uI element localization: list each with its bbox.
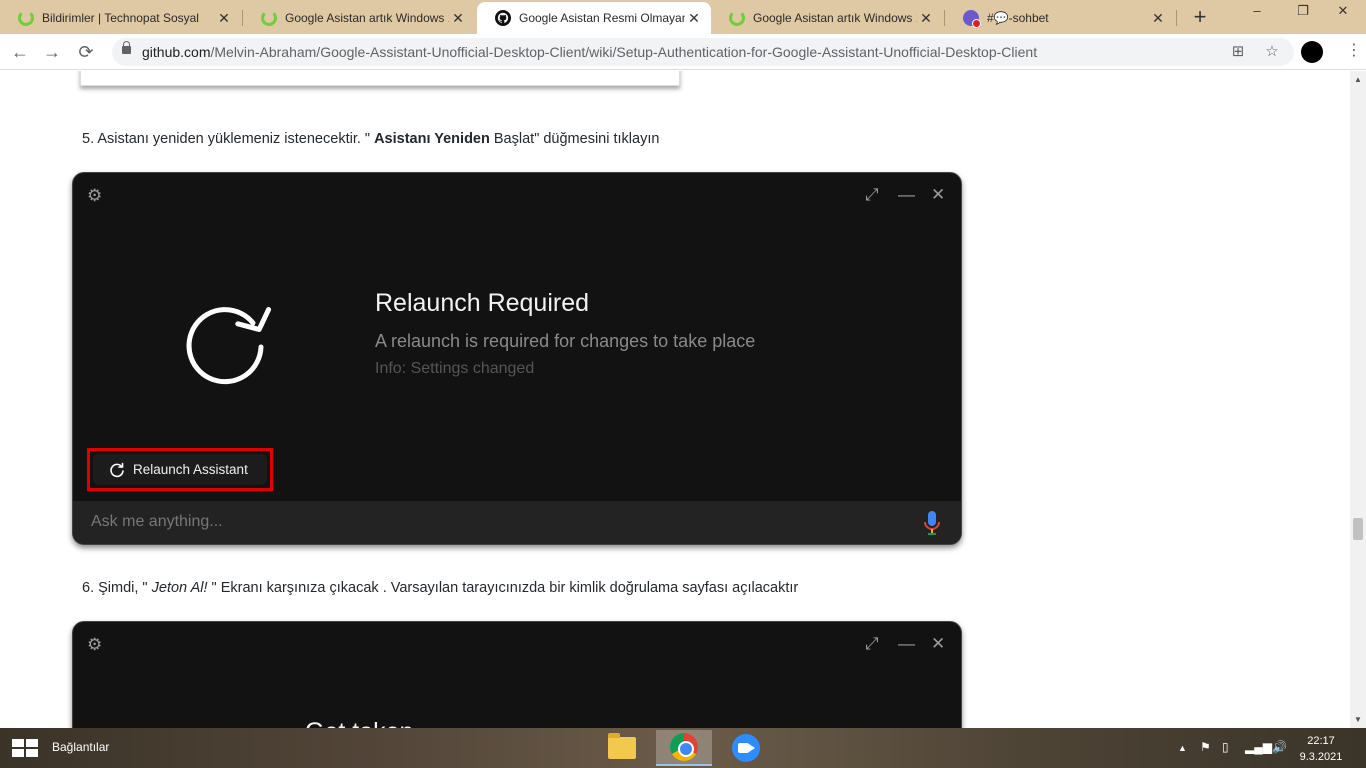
power-icon (261, 10, 277, 26)
step-6-text: 6. Şimdi, " Jeton Al! " Ekranı karşınıza… (82, 580, 798, 596)
folder-icon (608, 733, 636, 759)
minimize-button[interactable]: – (1234, 0, 1280, 30)
power-icon (18, 10, 34, 26)
minimize-icon: — (898, 185, 915, 204)
translate-icon[interactable]: ⊞ (1228, 42, 1248, 62)
relaunch-screenshot: ⚙ ⤢ — ✕ Relaunch Required A relaunch is … (72, 172, 962, 545)
back-icon[interactable]: ← (8, 40, 32, 64)
tab-bildirimler[interactable]: Bildirimler | Technopat Sosyal ✕ (0, 2, 241, 34)
ask-bar: Ask me anything... (73, 501, 961, 544)
tab-google-asistan-resmi[interactable]: Google Asistan Resmi Olmayan ✕ (477, 2, 711, 34)
tab-title: Google Asistan artık Windows 1 (753, 11, 917, 25)
tab-strip: Bildirimler | Technopat Sosyal ✕ Google … (0, 0, 1366, 34)
power-icon (729, 10, 745, 26)
window-close-button[interactable]: ✕ (1320, 0, 1366, 30)
relaunch-title: Relaunch Required (375, 289, 590, 317)
get-token-heading: Get token (305, 718, 413, 728)
windows-taskbar: Bağlantılar ▲ ⚑ ▯ ▂▄▆ 🔊 22:17 9.3.2021 (0, 728, 1366, 768)
step-6-italic: Jeton Al! (151, 580, 208, 596)
previous-screenshot (80, 71, 680, 86)
gear-icon: ⚙ (87, 186, 103, 205)
signal-icon[interactable]: ▂▄▆ (1245, 740, 1272, 754)
tab-title: Google Asistan Resmi Olmayan (519, 11, 685, 25)
scroll-thumb[interactable] (1353, 518, 1363, 540)
close-icon[interactable]: ✕ (215, 10, 233, 27)
lock-icon[interactable] (122, 41, 131, 54)
url-path: /Melvin-Abraham/Google-Assistant-Unoffic… (210, 44, 1038, 60)
step-6-prefix: 6. Şimdi, " (82, 580, 152, 596)
page-scrollbar[interactable]: ▲ ▼ (1350, 71, 1366, 728)
battery-icon[interactable]: ▯ (1222, 740, 1229, 754)
expand-icon: ⤢ (865, 185, 879, 204)
close-icon[interactable]: ✕ (1149, 10, 1167, 27)
red-highlight-box: Relaunch Assistant (87, 448, 273, 491)
volume-icon[interactable]: 🔊 (1272, 740, 1287, 754)
step-5-bold: Asistanı Yeniden (374, 131, 490, 147)
close-icon: ✕ (931, 185, 946, 204)
url-text[interactable]: github.com/Melvin-Abraham/Google-Assista… (142, 44, 1037, 60)
windows-start-icon[interactable] (12, 739, 38, 757)
step-5-prefix: 5. Asistanı yeniden yüklemeniz istenecek… (82, 131, 375, 147)
relaunch-assistant-button[interactable]: Relaunch Assistant (93, 454, 267, 485)
system-clock[interactable]: 22:17 9.3.2021 (1298, 733, 1344, 765)
network-warning-icon[interactable]: ⚑ (1200, 740, 1211, 754)
close-icon[interactable]: ✕ (917, 10, 935, 27)
browser-toolbar: ← → ⟳ github.com/Melvin-Abraham/Google-A… (0, 34, 1366, 70)
scroll-down-icon[interactable]: ▼ (1354, 715, 1362, 724)
close-icon[interactable]: ✕ (449, 10, 467, 27)
wiki-page: 5. Asistanı yeniden yüklemeniz istenecek… (0, 71, 1350, 728)
url-host: github.com (142, 44, 211, 60)
expand-icon: ⤢ (865, 634, 879, 653)
star-icon[interactable]: ☆ (1262, 42, 1282, 62)
taskbar-links-label[interactable]: Bağlantılar (52, 740, 109, 754)
minimize-icon: — (898, 634, 915, 653)
tab-title: Google Asistan artık Windows 1 (285, 11, 449, 25)
reload-icon[interactable]: ⟳ (74, 40, 98, 64)
gear-icon: ⚙ (87, 635, 103, 654)
tray-chevron-icon[interactable]: ▲ (1178, 743, 1187, 753)
ask-placeholder: Ask me anything... (91, 513, 223, 530)
clock-date: 9.3.2021 (1299, 751, 1343, 763)
tab-google-asistan-2[interactable]: Google Asistan artık Windows 1 ✕ (711, 2, 943, 34)
chrome-icon (670, 733, 698, 761)
zoom-button[interactable] (718, 730, 774, 766)
profile-avatar[interactable] (1301, 41, 1323, 63)
get-token-screenshot: ⚙ ⤢ — ✕ Get token (72, 621, 962, 728)
forward-icon[interactable]: → (40, 40, 64, 64)
address-bar[interactable]: github.com/Melvin-Abraham/Google-Assista… (112, 38, 1294, 66)
new-tab-button[interactable]: + (1186, 4, 1214, 32)
close-icon[interactable]: ✕ (685, 10, 703, 27)
microphone-icon (924, 511, 940, 535)
scroll-up-icon[interactable]: ▲ (1354, 75, 1362, 84)
zoom-icon (732, 734, 760, 762)
relaunch-message: A relaunch is required for changes to ta… (375, 331, 756, 351)
step-5-suffix: Başlat" düğmesini tıklayın (489, 131, 660, 147)
file-explorer-button[interactable] (594, 730, 650, 766)
refresh-icon (110, 462, 124, 477)
clock-time: 22:17 (1307, 735, 1335, 747)
close-icon: ✕ (931, 634, 946, 653)
menu-icon[interactable]: ⋮ (1346, 40, 1362, 60)
discord-icon (963, 10, 981, 28)
relaunch-assistant-label: Relaunch Assistant (133, 462, 248, 477)
tab-title: #💬-sohbet (987, 11, 1049, 25)
github-icon (495, 10, 511, 26)
relaunch-icon (186, 307, 272, 385)
tab-separator (1176, 10, 1177, 26)
tab-sohbet[interactable]: #💬-sohbet ✕ (945, 2, 1175, 34)
chrome-button[interactable] (656, 730, 712, 766)
tab-google-asistan-1[interactable]: Google Asistan artık Windows 1 ✕ (243, 2, 475, 34)
relaunch-info: Info: Settings changed (375, 360, 535, 377)
tab-title: Bildirimler | Technopat Sosyal (42, 11, 199, 25)
step-6-suffix: " Ekranı karşınıza çıkacak . Varsayılan … (207, 580, 799, 596)
step-5-text: 5. Asistanı yeniden yüklemeniz istenecek… (82, 131, 659, 147)
